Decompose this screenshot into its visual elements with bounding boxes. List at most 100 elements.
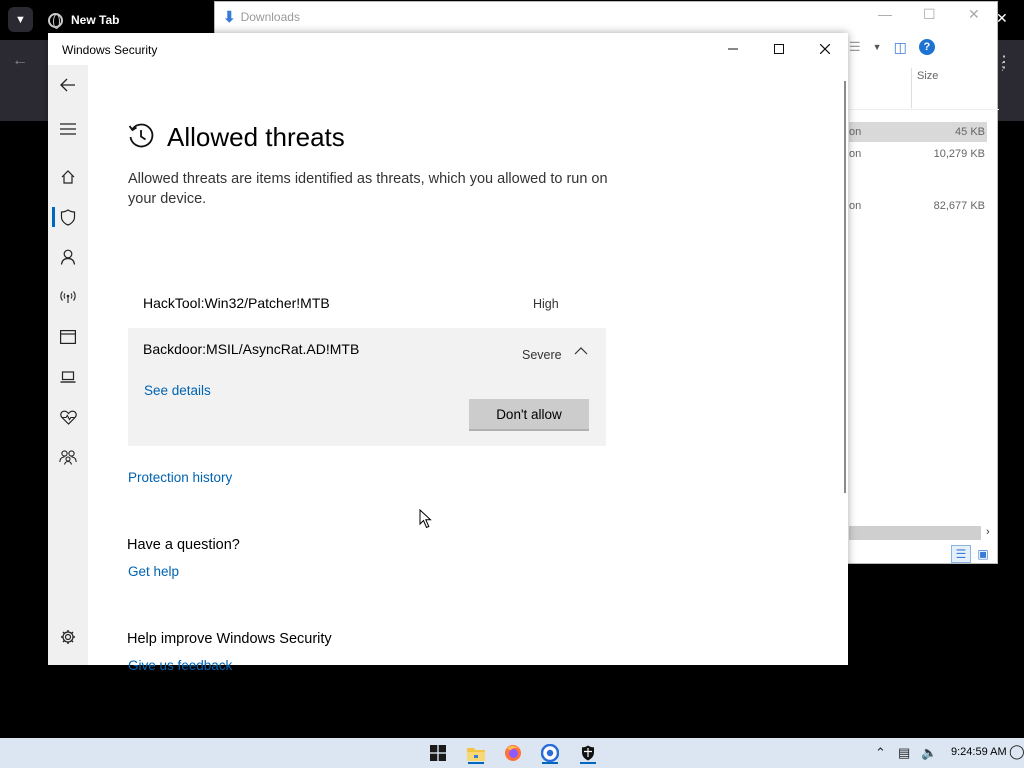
details-view-icon[interactable]: ☰: [951, 545, 971, 563]
network-icon: [60, 291, 76, 303]
notifications-icon[interactable]: ◯: [1009, 743, 1024, 760]
active-indicator: [580, 762, 596, 764]
tab-title: New Tab: [71, 13, 120, 27]
app-browser-icon: [60, 330, 76, 344]
explorer-maximize-button[interactable]: ☐: [923, 6, 936, 23]
file-size: 10,279 KB: [933, 148, 985, 160]
explorer-minimize-button[interactable]: —: [878, 6, 892, 22]
horizontal-scrollbar[interactable]: [849, 526, 981, 540]
page-title: Allowed threats: [167, 122, 345, 152]
browser-back-icon[interactable]: ←: [12, 52, 28, 70]
start-icon: [430, 745, 446, 761]
threat-severity: Severe: [522, 348, 562, 362]
file-explorer-icon: [467, 747, 485, 761]
file-row[interactable]: on 45 KB: [849, 122, 987, 142]
scroll-right-icon[interactable]: ›: [986, 526, 990, 538]
active-indicator: [542, 762, 558, 764]
column-separator[interactable]: [911, 68, 912, 108]
volume-muted-icon[interactable]: 🔈: [921, 745, 937, 761]
threat-name: Backdoor:MSIL/AsyncRat.AD!MTB: [143, 341, 360, 357]
chrome-icon: [541, 744, 559, 762]
view-dropdown-icon[interactable]: ▼: [873, 42, 882, 52]
minimize-icon: [728, 48, 738, 50]
sidebar-item-family[interactable]: [48, 441, 88, 473]
window-title: Windows Security: [62, 43, 158, 57]
file-size: 45 KB: [955, 126, 985, 138]
taskbar-firefox[interactable]: [502, 742, 524, 764]
file-row[interactable]: on 10,279 KB: [849, 144, 987, 164]
sidebar-item-network[interactable]: [48, 281, 88, 313]
improve-heading: Help improve Windows Security: [127, 631, 332, 647]
threat-item[interactable]: HackTool:Win32/Patcher!MTB High: [128, 282, 606, 326]
feedback-link[interactable]: Give us feedback: [128, 658, 232, 673]
sidebar-item-account[interactable]: [48, 241, 88, 273]
taskbar-windows-security[interactable]: [577, 742, 599, 764]
shield-icon: [60, 208, 76, 226]
preview-pane-icon[interactable]: ◫: [894, 39, 907, 56]
question-heading: Have a question?: [127, 537, 240, 553]
back-icon: [60, 78, 75, 92]
sidebar-item-app-browser[interactable]: [48, 321, 88, 353]
file-name-partial: on: [849, 148, 862, 160]
active-indicator: [468, 762, 484, 764]
menu-button[interactable]: [48, 113, 88, 145]
threat-name: HackTool:Win32/Patcher!MTB: [143, 295, 330, 311]
threat-item-expanded[interactable]: Backdoor:MSIL/AsyncRat.AD!MTB Severe See…: [128, 328, 606, 446]
main-content: Allowed threats Allowed threats are item…: [88, 65, 848, 673]
health-icon: [59, 410, 77, 425]
network-status-icon[interactable]: ▤: [898, 745, 910, 761]
family-icon: [59, 450, 77, 465]
explorer-title: Downloads: [240, 10, 300, 24]
firefox-icon: [505, 745, 521, 761]
home-icon: [61, 170, 75, 184]
mouse-cursor-icon: [419, 509, 432, 529]
tray-overflow-icon[interactable]: ⌃: [875, 745, 886, 761]
account-icon: [60, 249, 76, 265]
taskbar-chrome[interactable]: [539, 742, 561, 764]
menu-icon: [60, 123, 76, 135]
explorer-ribbon: ☰ ▼ ◫ ?: [849, 32, 999, 62]
device-icon: [60, 371, 76, 383]
see-details-link[interactable]: See details: [144, 383, 211, 398]
file-name-partial: on: [849, 200, 862, 212]
explorer-close-button[interactable]: ✕: [968, 6, 980, 23]
explorer-titlebar: ⬇ Downloads: [223, 8, 300, 26]
taskbar-file-explorer[interactable]: [465, 742, 487, 764]
maximize-button[interactable]: [756, 33, 802, 65]
globe-icon: [48, 12, 63, 29]
tab-list-button[interactable]: ▼: [8, 7, 33, 32]
help-icon[interactable]: ?: [918, 39, 935, 55]
size-column-header[interactable]: Size: [917, 70, 938, 82]
chevron-up-icon[interactable]: [574, 344, 588, 358]
settings-icon: [61, 630, 75, 644]
dont-allow-button[interactable]: Don't allow: [469, 399, 589, 431]
file-name-partial: on: [849, 126, 862, 138]
history-icon: [128, 123, 154, 148]
sidebar: [48, 65, 88, 665]
browser-tab[interactable]: New Tab: [48, 10, 119, 30]
taskbar-clock[interactable]: 9:24:59 AM: [951, 746, 1007, 758]
close-button[interactable]: [802, 33, 848, 65]
sidebar-item-virus-protection[interactable]: [48, 201, 88, 233]
windows-security-icon: [582, 745, 594, 761]
sidebar-item-device-security[interactable]: [48, 361, 88, 393]
vertical-scrollbar[interactable]: [844, 81, 846, 493]
minimize-button[interactable]: [710, 33, 756, 65]
protection-history-link[interactable]: Protection history: [128, 470, 232, 485]
file-size: 82,677 KB: [933, 200, 985, 212]
page-description: Allowed threats are items identified as …: [128, 171, 608, 207]
maximize-icon: [774, 44, 784, 54]
get-help-link[interactable]: Get help: [128, 564, 179, 579]
close-icon: [820, 44, 830, 54]
file-row[interactable]: on 82,677 KB: [849, 196, 987, 216]
large-icons-view-icon[interactable]: ▣: [973, 545, 993, 563]
back-button[interactable]: [48, 69, 88, 101]
threat-severity: High: [533, 297, 559, 311]
sidebar-item-settings[interactable]: [48, 621, 88, 653]
windows-security-window: Windows Security Allowed threats Allowed…: [48, 33, 848, 673]
file-list-header: Size: [849, 66, 999, 110]
sidebar-item-home[interactable]: [48, 161, 88, 193]
view-options-icon[interactable]: ☰: [849, 39, 861, 55]
start-button[interactable]: [427, 742, 449, 764]
sidebar-item-device-health[interactable]: [48, 401, 88, 433]
